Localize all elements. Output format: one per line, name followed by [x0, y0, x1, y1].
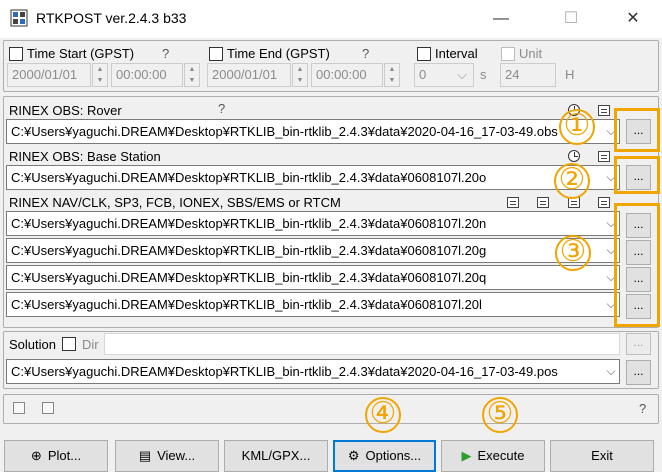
- status-help[interactable]: ?: [639, 401, 646, 416]
- kml-button[interactable]: KML/GPX...: [224, 440, 328, 472]
- nav-path-combo-1[interactable]: C:¥Users¥yaguchi.DREAM¥Desktop¥RTKLIB_bi…: [6, 211, 620, 236]
- end-time-spinner[interactable]: ▲ ▼: [384, 63, 400, 87]
- highlight-box-1: [614, 108, 660, 152]
- time-start-label: Time Start (GPST): [27, 46, 135, 61]
- time-start-help[interactable]: ?: [162, 46, 169, 61]
- close-button[interactable]: ✕: [610, 0, 656, 38]
- execute-button-label: Execute: [477, 448, 525, 463]
- status-indicator-1: [13, 402, 25, 414]
- solution-dir-checkbox[interactable]: [62, 337, 76, 351]
- rover-label: RINEX OBS: Rover: [9, 103, 122, 118]
- callout-5: ⑤: [480, 395, 520, 435]
- end-date-spinner[interactable]: ▲ ▼: [292, 63, 308, 87]
- interval-label: Interval: [435, 46, 478, 61]
- unit-label: Unit: [519, 46, 543, 61]
- start-time-spinner[interactable]: ▲ ▼: [184, 63, 200, 87]
- exit-button[interactable]: Exit: [550, 440, 654, 472]
- time-end-checkbox[interactable]: [209, 47, 223, 61]
- unit-checkbox[interactable]: [501, 47, 515, 61]
- base-path: C:¥Users¥yaguchi.DREAM¥Desktop¥RTKLIB_bi…: [11, 170, 487, 185]
- solution-path-combo[interactable]: C:¥Users¥yaguchi.DREAM¥Desktop¥RTKLIB_bi…: [6, 359, 620, 384]
- interval-checkbox[interactable]: [417, 47, 431, 61]
- maximize-button[interactable]: ☐: [548, 0, 594, 38]
- base-view-icon[interactable]: [598, 151, 610, 162]
- callout-1: ①: [557, 107, 597, 147]
- chevron-down-icon[interactable]: ⌵: [603, 360, 619, 383]
- unit-field[interactable]: 24: [500, 63, 556, 87]
- nav-path-combo-3[interactable]: C:¥Users¥yaguchi.DREAM¥Desktop¥RTKLIB_bi…: [6, 265, 620, 290]
- solution-browse-button[interactable]: ...: [626, 360, 651, 385]
- plot-icon: ⊕: [30, 448, 42, 463]
- status-indicator-2: [42, 402, 54, 414]
- end-time-field[interactable]: 00:00:00: [311, 63, 383, 87]
- view-icon: ▤: [138, 448, 152, 463]
- view-button[interactable]: ▤ View...: [115, 440, 219, 472]
- nav-label: RINEX NAV/CLK, SP3, FCB, IONEX, SBS/EMS …: [9, 195, 341, 210]
- time-end-label: Time End (GPST): [227, 46, 330, 61]
- rover-path-combo[interactable]: C:¥Users¥yaguchi.DREAM¥Desktop¥RTKLIB_bi…: [6, 119, 620, 144]
- end-date-field[interactable]: 2000/01/01: [207, 63, 291, 87]
- plot-button-label: Plot...: [47, 448, 82, 463]
- interval-value: 0: [419, 67, 427, 82]
- base-label: RINEX OBS: Base Station: [9, 149, 161, 164]
- solution-dir-browse-button[interactable]: ...: [626, 333, 651, 355]
- nav-view-icon-2[interactable]: [537, 197, 549, 208]
- nav-path-combo-4[interactable]: C:¥Users¥yaguchi.DREAM¥Desktop¥RTKLIB_bi…: [6, 292, 620, 317]
- execute-button[interactable]: ▶ Execute: [441, 440, 545, 472]
- nav-view-icon-1[interactable]: [507, 197, 519, 208]
- time-end-help[interactable]: ?: [362, 46, 369, 61]
- gear-icon: ⚙: [347, 448, 360, 463]
- nav-path-3: C:¥Users¥yaguchi.DREAM¥Desktop¥RTKLIB_bi…: [11, 270, 487, 285]
- nav-view-icon-4[interactable]: [598, 197, 610, 208]
- nav-path-2: C:¥Users¥yaguchi.DREAM¥Desktop¥RTKLIB_bi…: [11, 243, 487, 258]
- nav-path-4: C:¥Users¥yaguchi.DREAM¥Desktop¥RTKLIB_bi…: [11, 297, 482, 312]
- highlight-box-2: [614, 156, 660, 194]
- callout-3: ③: [553, 233, 593, 273]
- interval-unit: s: [480, 67, 487, 82]
- view-button-label: View...: [157, 448, 196, 463]
- callout-2: ②: [552, 161, 592, 201]
- minimize-button[interactable]: —: [478, 0, 524, 38]
- rover-help[interactable]: ?: [218, 101, 225, 116]
- start-time-field[interactable]: 00:00:00: [111, 63, 183, 87]
- interval-select[interactable]: 0 ⌵: [414, 63, 474, 87]
- solution-dir-field[interactable]: [104, 333, 620, 355]
- nav-path-1: C:¥Users¥yaguchi.DREAM¥Desktop¥RTKLIB_bi…: [11, 216, 487, 231]
- options-button[interactable]: ⚙ Options...: [333, 440, 436, 472]
- window-title: RTKPOST ver.2.4.3 b33: [36, 10, 187, 26]
- solution-path: C:¥Users¥yaguchi.DREAM¥Desktop¥RTKLIB_bi…: [11, 364, 558, 379]
- callout-4: ④: [363, 395, 403, 435]
- time-start-checkbox[interactable]: [9, 47, 23, 61]
- unit-hours: H: [565, 67, 575, 82]
- start-date-spinner[interactable]: ▲ ▼: [92, 63, 108, 87]
- base-path-combo[interactable]: C:¥Users¥yaguchi.DREAM¥Desktop¥RTKLIB_bi…: [6, 165, 620, 190]
- solution-dir-label: Dir: [82, 337, 99, 352]
- chevron-down-icon: ⌵: [457, 67, 467, 82]
- plot-button[interactable]: ⊕ Plot...: [4, 440, 108, 472]
- options-button-label: Options...: [365, 448, 422, 463]
- start-date-field[interactable]: 2000/01/01: [7, 63, 91, 87]
- solution-label: Solution: [9, 337, 56, 352]
- nav-path-combo-2[interactable]: C:¥Users¥yaguchi.DREAM¥Desktop¥RTKLIB_bi…: [6, 238, 620, 263]
- highlight-box-3: [614, 203, 660, 327]
- rover-view-icon[interactable]: [598, 105, 610, 116]
- play-icon: ▶: [461, 448, 472, 463]
- rover-path: C:¥Users¥yaguchi.DREAM¥Desktop¥RTKLIB_bi…: [11, 124, 558, 139]
- status-panel: [3, 394, 659, 424]
- rtkpost-app-icon: [10, 9, 28, 27]
